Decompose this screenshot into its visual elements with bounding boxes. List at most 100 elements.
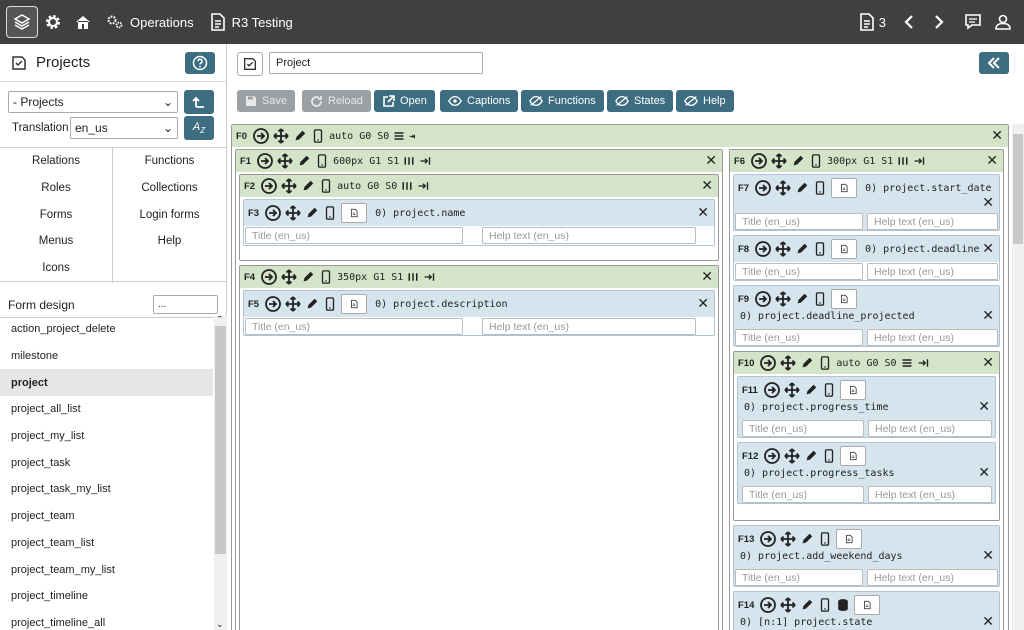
move-icon[interactable]: [775, 180, 791, 196]
pencil-icon[interactable]: [305, 206, 319, 220]
pencil-icon[interactable]: [800, 598, 814, 612]
data-field-icon[interactable]: [836, 529, 863, 549]
menu-help[interactable]: Help: [113, 228, 226, 255]
form-list-item[interactable]: project_all_list: [0, 396, 213, 423]
close-icon[interactable]: ✕: [701, 178, 713, 194]
move-icon[interactable]: [273, 128, 289, 144]
title-input[interactable]: Title (en_us): [742, 420, 864, 437]
columns-icon[interactable]: [401, 180, 413, 192]
pencil-icon[interactable]: [795, 181, 809, 195]
field-container-f1[interactable]: F1 600px G1 S1 ✕ F2 auto G0 S0 ✕ F3 0) p…: [235, 149, 723, 630]
data-field-icon[interactable]: [341, 203, 368, 223]
close-icon[interactable]: ✕: [991, 128, 1003, 144]
go-icon[interactable]: [755, 291, 771, 307]
form-list-item[interactable]: milestone: [0, 343, 213, 370]
close-icon[interactable]: ✕: [978, 465, 990, 481]
data-field-icon[interactable]: [341, 294, 368, 314]
form-list-item[interactable]: project: [0, 369, 213, 397]
document-count-icon[interactable]: [859, 13, 875, 31]
pencil-icon[interactable]: [301, 270, 315, 284]
form-list-item[interactable]: project_team: [0, 503, 213, 530]
mobile-icon[interactable]: [323, 296, 337, 312]
data-field-icon[interactable]: [854, 595, 881, 615]
pencil-icon[interactable]: [804, 383, 818, 397]
scroll-up-icon[interactable]: ⌃: [216, 316, 224, 325]
mobile-icon[interactable]: [813, 241, 827, 257]
go-icon[interactable]: [764, 382, 780, 398]
module-up-button[interactable]: [184, 90, 214, 114]
menu-relations[interactable]: Relations: [0, 148, 112, 175]
translation-select[interactable]: en_us ⌄: [70, 117, 178, 139]
title-input[interactable]: Title (en_us): [735, 263, 863, 280]
help-toggle-button[interactable]: Help: [676, 90, 734, 112]
states-button[interactable]: States: [607, 90, 674, 112]
form-list-item[interactable]: project_my_list: [0, 423, 213, 450]
field-f5[interactable]: F5 0) project.description ✕ Title (en_us…: [243, 290, 715, 336]
go-icon[interactable]: [760, 355, 776, 371]
data-field-icon[interactable]: [839, 380, 866, 400]
captions-button[interactable]: Captions: [440, 90, 519, 112]
scrollbar-thumb[interactable]: [215, 326, 226, 554]
pencil-icon[interactable]: [293, 129, 307, 143]
columns-icon[interactable]: [407, 271, 419, 283]
move-icon[interactable]: [780, 597, 796, 613]
form-list-scrollbar[interactable]: ⌃ ⌄: [214, 316, 227, 630]
close-icon[interactable]: ✕: [982, 308, 994, 324]
functions-button[interactable]: Functions: [521, 90, 604, 112]
go-icon[interactable]: [265, 205, 281, 221]
data-field-icon[interactable]: [831, 178, 858, 198]
field-container-f4[interactable]: F4 350px G1 S1 ✕ F5 0) project.descripti…: [239, 265, 719, 630]
move-icon[interactable]: [775, 291, 791, 307]
mobile-icon[interactable]: [818, 355, 832, 371]
field-container-f0[interactable]: F0 auto G0 S0 ⇥ ✕ F1 600px G1 S1 ✕ F2 au…: [231, 124, 1009, 630]
close-icon[interactable]: ✕: [697, 205, 709, 221]
move-icon[interactable]: [771, 153, 787, 169]
form-list-item[interactable]: project_timeline: [0, 583, 213, 610]
help-button[interactable]: [185, 52, 215, 74]
mobile-icon[interactable]: [818, 597, 832, 613]
move-icon[interactable]: [281, 178, 297, 194]
move-icon[interactable]: [784, 448, 800, 464]
mobile-icon[interactable]: [818, 531, 832, 547]
open-button[interactable]: Open: [374, 90, 435, 112]
rows-icon[interactable]: [393, 130, 405, 142]
database-icon[interactable]: [836, 597, 850, 613]
title-input[interactable]: Title (en_us): [742, 486, 864, 503]
mobile-icon[interactable]: [315, 153, 329, 169]
help-text-input[interactable]: Help text (en_us): [482, 227, 696, 244]
form-icon-button[interactable]: [237, 52, 263, 76]
form-list-item[interactable]: project_timeline_all: [0, 610, 213, 630]
move-icon[interactable]: [784, 382, 800, 398]
field-container-f2[interactable]: F2 auto G0 S0 ✕ F3 0) project.name ✕ Tit…: [239, 174, 719, 261]
field-f12[interactable]: F12 0) project.progress_tasks ✕ Title (e…: [737, 442, 996, 504]
field-container-f10[interactable]: F10 auto G0 S0 ✕ F11 0) project.progress…: [733, 351, 1000, 521]
move-icon[interactable]: [281, 269, 297, 285]
columns-icon[interactable]: [403, 155, 415, 167]
move-icon[interactable]: [780, 531, 796, 547]
move-icon[interactable]: [285, 205, 301, 221]
user-icon[interactable]: [988, 0, 1018, 44]
go-icon[interactable]: [253, 128, 269, 144]
go-icon[interactable]: [261, 269, 277, 285]
save-button[interactable]: Save: [237, 90, 296, 112]
data-field-icon[interactable]: [831, 289, 858, 309]
close-icon[interactable]: ✕: [705, 153, 717, 169]
form-filter-input[interactable]: ...: [153, 295, 218, 314]
help-text-input[interactable]: Help text (en_us): [867, 569, 998, 586]
field-f7[interactable]: F7 0) project.start_date ✕ Title (en_us)…: [733, 174, 1000, 231]
feedback-icon[interactable]: [958, 0, 988, 44]
home-icon[interactable]: [68, 0, 98, 44]
help-text-input[interactable]: Help text (en_us): [868, 420, 992, 437]
go-icon[interactable]: [764, 448, 780, 464]
go-icon[interactable]: [261, 178, 277, 194]
field-f13[interactable]: F13 0) project.add_weekend_days ✕ Title …: [733, 525, 1000, 587]
pencil-icon[interactable]: [800, 356, 814, 370]
nav-operations[interactable]: Operations: [98, 0, 202, 44]
go-icon[interactable]: [755, 180, 771, 196]
title-input[interactable]: Title (en_us): [735, 329, 863, 346]
field-container-f6[interactable]: F6 300px G1 S1 ✕ F7 0) project.start_dat…: [729, 149, 1004, 630]
close-icon[interactable]: ✕: [986, 153, 998, 169]
close-icon[interactable]: ✕: [982, 548, 994, 564]
form-list-item[interactable]: action_project_delete: [0, 316, 213, 343]
menu-forms[interactable]: Forms: [0, 201, 112, 228]
